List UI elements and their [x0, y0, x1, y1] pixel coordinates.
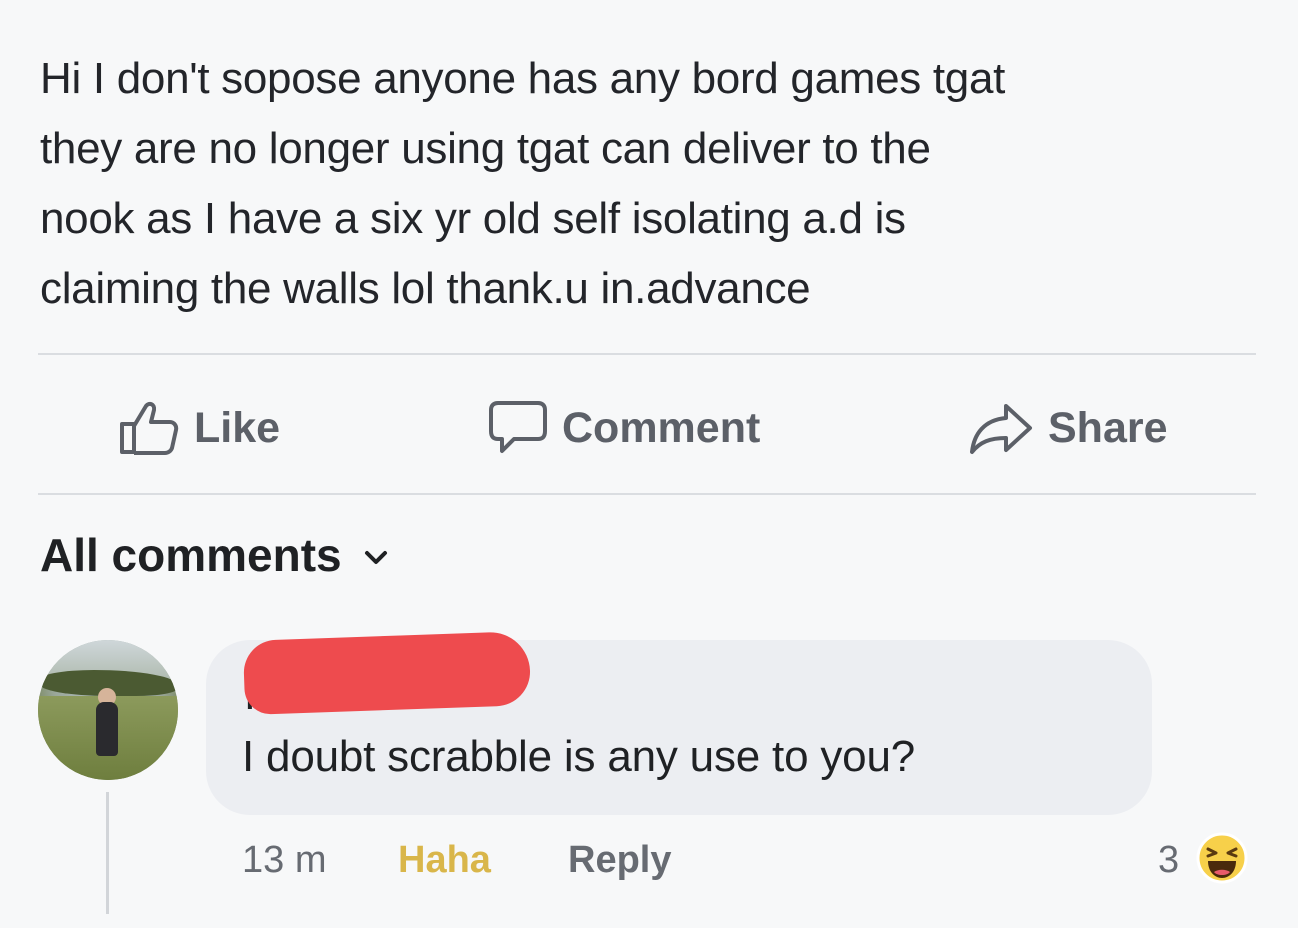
- comment-text: I doubt scrabble is any use to you?: [242, 732, 915, 781]
- share-arrow-icon: [970, 404, 1032, 454]
- divider: [38, 353, 1256, 355]
- post-line: claiming the walls lol thank.u in.advanc…: [40, 264, 811, 313]
- reply-button[interactable]: Reply: [568, 838, 671, 882]
- comment-button[interactable]: Comment: [488, 398, 760, 458]
- post-line: they are no longer using tgat can delive…: [40, 124, 931, 173]
- like-button[interactable]: Like: [118, 398, 280, 458]
- chevron-down-icon: [364, 551, 387, 564]
- haha-emoji-icon[interactable]: [1196, 832, 1248, 884]
- avatar-figure: [96, 702, 118, 756]
- like-label: Like: [194, 403, 281, 452]
- thumbs-up-icon: [120, 401, 179, 455]
- post-line: nook as I have a six yr old self isolati…: [40, 194, 906, 243]
- comment-label: Comment: [562, 403, 761, 452]
- comments-sort-label: All comments: [40, 529, 342, 581]
- reaction-button[interactable]: Haha: [398, 838, 491, 882]
- post-body: Hi I don't sopose anyone has any bord ga…: [40, 44, 1260, 324]
- share-button[interactable]: Share: [968, 398, 1168, 458]
- post-container: Hi I don't sopose anyone has any bord ga…: [0, 0, 1298, 928]
- reply-thread-line: [106, 792, 109, 914]
- avatar[interactable]: [38, 640, 178, 780]
- divider: [38, 493, 1256, 495]
- post-line: Hi I don't sopose anyone has any bord ga…: [40, 54, 1006, 103]
- share-label: Share: [1048, 403, 1168, 452]
- comments-sort-dropdown[interactable]: All comments: [40, 528, 388, 582]
- reaction-count[interactable]: 3: [1158, 838, 1179, 882]
- speech-bubble-icon: [489, 401, 547, 453]
- comment-timestamp[interactable]: 13 m: [242, 838, 326, 882]
- redaction-mark: [242, 631, 532, 715]
